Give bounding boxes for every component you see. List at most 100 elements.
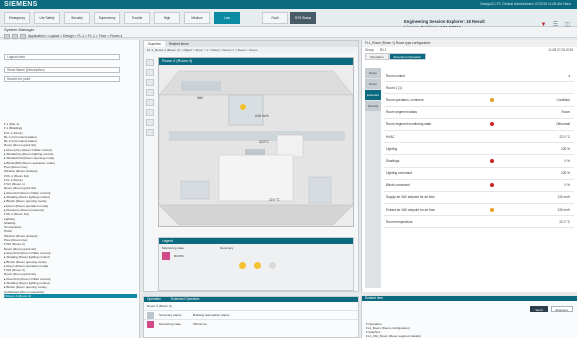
category-security[interactable]: Security (64, 12, 90, 24)
tab-operation-detail[interactable]: Operation (365, 53, 389, 60)
property-value: Room (561, 110, 570, 115)
related-header: Related Item (362, 296, 577, 301)
legend-icons (159, 262, 353, 269)
zoom-out-icon[interactable] (146, 79, 154, 86)
select-tool-icon[interactable] (146, 59, 154, 66)
send-button[interactable]: Send (530, 306, 548, 312)
property-value: 22.0 °C (559, 134, 570, 139)
detail-header: FL1_Room (Room 1) Room type configuratio… (362, 40, 577, 47)
tree-item[interactable]: ▾ Room 4 (Room 4) (4, 293, 137, 299)
property-row[interactable]: Lighting 100 % (384, 143, 574, 156)
view-select[interactable]: Logical view (4, 54, 120, 60)
engineer-button[interactable]: Engineer (550, 306, 573, 312)
property-label: Room 1 (1) (386, 85, 402, 90)
property-row[interactable]: Room 1 (1) (384, 82, 574, 95)
category-fault[interactable]: Fault (262, 12, 288, 24)
property-label: Room control (386, 73, 405, 78)
room-graphic: Room 4 (Room 4) VAV 0.00 m³/h 22.0°C 22.… (158, 57, 354, 227)
property-row[interactable]: Room operation, comment Condition (384, 94, 574, 107)
layer-icon[interactable] (146, 109, 154, 116)
category-life-safety[interactable]: Life Safety (34, 12, 60, 24)
side-item[interactable]: Room (365, 79, 381, 89)
status-dot-icon (490, 207, 494, 212)
category-high[interactable]: High (154, 12, 180, 24)
system-tree: ▾ 1 (Site 1) ▾ 1 (Building) ▾ FL.1 (Floo… (4, 122, 137, 299)
category-low[interactable]: Low (214, 12, 240, 24)
property-row[interactable]: Supply air VAV setpoint for air flow 130 … (384, 192, 574, 205)
graphics-pane: Graphics Related Items FL.1_Room-4 (Room… (143, 40, 359, 292)
settings-icon[interactable] (146, 129, 154, 136)
pan-icon[interactable] (146, 89, 154, 96)
breadcrumb-path[interactable]: Application > Logical > Design > FL.1 > … (28, 34, 122, 39)
legend-col-summary: Summary (220, 246, 234, 250)
summary-icon (147, 311, 154, 319)
tab-extended-operation[interactable]: Extended Operation (171, 297, 199, 302)
property-value: 100 % (560, 171, 570, 176)
side-item[interactable]: Security (365, 101, 381, 111)
property-row[interactable]: Extract air VAV setpoint for air flow 130… (384, 204, 574, 217)
operation-path: Room 4 (Room 4) (147, 304, 172, 308)
room-status-icon (162, 252, 170, 260)
category-sys-status[interactable]: SYS Status (290, 12, 316, 24)
operation-row[interactable]: Summary status Building automation statu… (144, 310, 358, 319)
property-value: 130 m³/h (557, 207, 570, 212)
property-row[interactable]: Shadings 0 % (384, 155, 574, 168)
property-row[interactable]: Room segment status Room (384, 107, 574, 119)
side-item[interactable]: Room (365, 68, 381, 78)
property-row[interactable]: HVAC 22.0 °C (384, 131, 574, 144)
temp-label: 22.0°C (259, 140, 269, 144)
related-graphics-item[interactable]: FL1_VAV_Room (Room segment details) (366, 334, 421, 338)
fit-icon[interactable] (146, 99, 154, 106)
tab-operation[interactable]: Operation (147, 297, 161, 302)
home-icon[interactable] (20, 34, 26, 39)
tab-extended-detail[interactable]: Extended Operation (388, 53, 427, 60)
property-label: Blinds command (386, 183, 410, 188)
property-value: Offnormal (556, 122, 570, 127)
property-row[interactable]: Room segment monitoring state Offnormal (384, 119, 574, 131)
property-label: Supply air VAV setpoint for air flow (386, 195, 435, 200)
room-window[interactable] (276, 134, 304, 158)
bulb-icon (239, 262, 246, 269)
bulb-icon (269, 262, 276, 269)
zoom-in-icon[interactable] (146, 69, 154, 76)
forward-icon[interactable] (12, 34, 18, 39)
operation-row[interactable]: Monitoring state Offnormal (144, 319, 358, 328)
radiator[interactable] (180, 180, 210, 200)
status-dot-icon (490, 183, 494, 188)
siemens-logo: SIEMENS (4, 1, 38, 8)
property-value: Condition (556, 97, 570, 102)
legend-columns: Monitoring state Summary (159, 244, 353, 252)
operation-pane: Operation Extended Operation Room 4 (Roo… (143, 296, 359, 338)
ceiling-unit[interactable] (228, 94, 264, 126)
legend-panel: Legend Monitoring state Summary ROOM (158, 237, 354, 291)
status-dot-icon (490, 97, 494, 102)
category-trouble[interactable]: Trouble (124, 12, 150, 24)
vav-duct (181, 81, 221, 91)
summary-bar: Emergency Life Safety Security Supervisory T… (0, 9, 577, 30)
related-text: ▾ Operation FL1_Room (Room configuration… (366, 322, 421, 338)
property-row[interactable]: Blinds command 0 % (384, 180, 574, 192)
graphics-path: FL.1_Room-4 (Room 4) > Object > Floor > … (144, 47, 358, 53)
property-value: 22.0 °C (559, 219, 570, 224)
light-icon[interactable] (240, 104, 246, 110)
property-row[interactable]: Lighting command 100 % (384, 168, 574, 180)
user-info: DesigoCC-PC Default Administrator 07/201… (480, 2, 571, 6)
side-item[interactable]: Extended (365, 90, 381, 100)
cabinet (308, 176, 332, 204)
system-manager-title: System Manager (4, 27, 35, 32)
category-emergency[interactable]: Emergency (4, 12, 30, 24)
row-value: Building automation status (193, 313, 230, 317)
print-icon[interactable] (146, 119, 154, 126)
back-icon[interactable] (4, 34, 10, 39)
desk (218, 154, 294, 202)
category-supervisory[interactable]: Supervisory (94, 12, 120, 24)
bottom-temp-label: 22.0 °C (269, 198, 280, 202)
property-label: Extract air VAV setpoint for air flow (386, 207, 435, 212)
category-medium[interactable]: Medium (184, 12, 210, 24)
search-input[interactable]: Search for point (4, 76, 120, 82)
display-select[interactable]: Show Name (Description) (4, 67, 120, 73)
property-label: Room operation, comment (386, 97, 424, 102)
property-row[interactable]: Room temperature 22.0 °C (384, 216, 574, 229)
air-flow-label: 0.00 m³/h (255, 114, 269, 118)
property-row[interactable]: Room control 4 (384, 70, 574, 83)
